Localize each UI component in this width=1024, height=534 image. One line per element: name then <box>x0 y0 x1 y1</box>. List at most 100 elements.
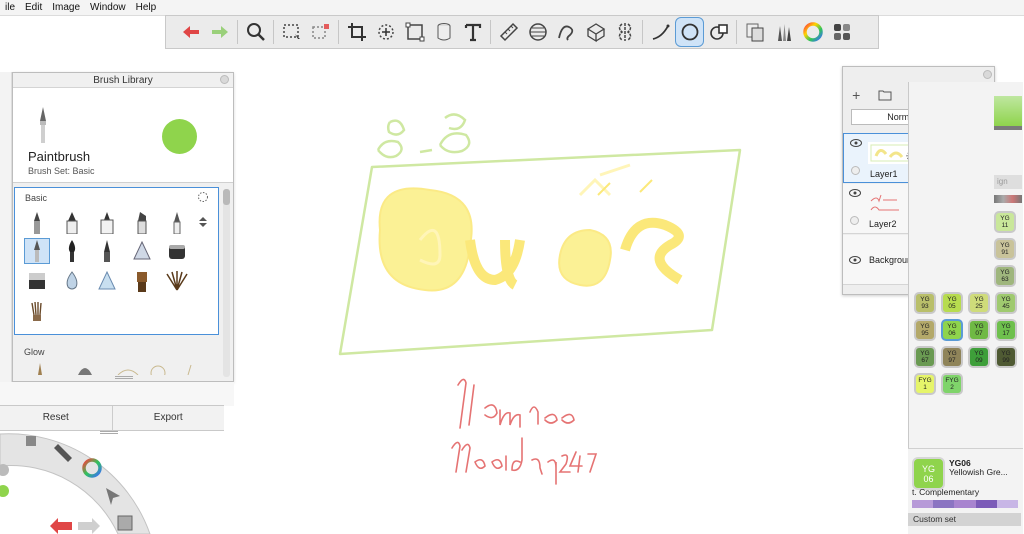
menu-edit[interactable]: Edit <box>20 2 47 13</box>
copic-chip[interactable]: YG 25 <box>968 292 990 314</box>
symmetry-cylinder-icon[interactable] <box>429 17 458 47</box>
brush-library-icon[interactable] <box>769 17 798 47</box>
shape-icon[interactable] <box>704 17 733 47</box>
toolbar-separator <box>490 20 491 44</box>
brush-scrollbar[interactable] <box>223 189 230 377</box>
crop-icon[interactable] <box>342 17 371 47</box>
ruler-icon[interactable] <box>494 17 523 47</box>
layer-lock-dot[interactable] <box>850 216 859 225</box>
brush-smudge[interactable] <box>24 268 50 294</box>
copic-chip[interactable]: YG 17 <box>995 319 1017 341</box>
copic-chip[interactable]: FYG 1 <box>914 373 936 395</box>
copic-chip[interactable]: YG 97 <box>941 346 963 368</box>
visibility-eye-icon[interactable] <box>849 256 861 264</box>
brush-fountain-pen[interactable] <box>59 238 85 264</box>
toolbar-separator <box>736 20 737 44</box>
copic-chip[interactable]: YG 45 <box>995 292 1017 314</box>
close-icon[interactable] <box>983 70 992 79</box>
custom-set-tab[interactable]: Custom set <box>908 513 1021 526</box>
brush-inking-pen[interactable] <box>59 210 85 236</box>
brush-set-label: Brush Set: Basic <box>28 166 95 176</box>
layer-lock-dot[interactable] <box>851 166 860 175</box>
add-layer-icon[interactable]: + <box>852 87 860 103</box>
main-toolbar <box>165 15 879 49</box>
export-button[interactable]: Export <box>111 406 225 430</box>
brush-eraser[interactable] <box>164 238 190 264</box>
visibility-eye-icon[interactable] <box>849 189 861 197</box>
menu-window[interactable]: Window <box>85 2 131 13</box>
brush-set-basic: Basic <box>14 187 219 335</box>
sort-icon[interactable] <box>198 216 208 228</box>
lagoon-menu[interactable] <box>0 430 160 534</box>
brush-fan[interactable] <box>164 268 190 294</box>
selected-color-panel: YG 06 YG06 Yellowish Gre... t. Complemen… <box>908 448 1023 534</box>
symmetry-icon[interactable] <box>610 17 639 47</box>
lasso-icon[interactable] <box>371 17 400 47</box>
brush-technical-pen[interactable] <box>94 238 120 264</box>
brush-marker[interactable] <box>94 210 120 236</box>
section-glow-label: Glow <box>24 347 45 357</box>
text-icon[interactable] <box>458 17 487 47</box>
selected-copic-swatch[interactable]: YG 06 <box>912 457 945 490</box>
brush-flat[interactable] <box>129 268 155 294</box>
menu-help[interactable]: Help <box>131 2 162 13</box>
redo-icon[interactable] <box>205 17 234 47</box>
select-transform-icon[interactable] <box>306 17 335 47</box>
folder-icon[interactable] <box>878 89 892 101</box>
color-wheel-icon[interactable] <box>798 17 827 47</box>
design-tab-partial[interactable]: ign <box>994 175 1022 189</box>
predictive-stroke-icon[interactable] <box>675 17 704 47</box>
ellipse-guide-icon[interactable] <box>523 17 552 47</box>
copic-chip[interactable]: YG 11 <box>994 211 1016 233</box>
selected-color-name: Yellowish Gre... <box>949 467 1008 477</box>
loading-icon <box>198 192 208 202</box>
brush-bristle[interactable] <box>24 298 50 324</box>
zoom-icon[interactable] <box>241 17 270 47</box>
brush-ballpoint[interactable] <box>164 210 190 236</box>
color-strip <box>994 195 1022 203</box>
copic-chip[interactable]: YG 07 <box>968 319 990 341</box>
perspective-icon[interactable] <box>581 17 610 47</box>
brush-library-panel: Brush Library Paintbrush Brush Set: Basi… <box>12 72 234 382</box>
copy-icon[interactable] <box>740 17 769 47</box>
color-preview <box>994 96 1022 126</box>
copic-chip[interactable]: YG 91 <box>994 238 1016 260</box>
brush-chisel-marker[interactable] <box>129 210 155 236</box>
reset-button[interactable]: Reset <box>0 406 112 430</box>
undo-icon <box>50 518 72 534</box>
undo-icon[interactable] <box>176 17 205 47</box>
complementary-label: t. Complementary <box>912 487 980 497</box>
copic-chip[interactable]: YG 09 <box>968 346 990 368</box>
complementary-bar[interactable] <box>912 500 1019 508</box>
menu-image[interactable]: Image <box>47 2 85 13</box>
french-curve-icon[interactable] <box>552 17 581 47</box>
panel-grip[interactable] <box>115 376 133 379</box>
redo-icon <box>78 518 100 534</box>
current-color-swatch[interactable] <box>162 119 197 154</box>
glow-brush-row[interactable] <box>28 361 198 375</box>
menu-file[interactable]: ile <box>0 2 20 13</box>
toolbar-separator <box>338 20 339 44</box>
copic-chip[interactable]: YG 67 <box>914 346 936 368</box>
copic-chip[interactable]: YG 99 <box>995 346 1017 368</box>
copy-icon <box>117 515 133 531</box>
visibility-eye-icon[interactable] <box>850 139 862 147</box>
copic-chip[interactable]: YG 63 <box>994 265 1016 287</box>
copic-icon[interactable] <box>827 17 856 47</box>
copic-chip-selected[interactable]: YG 06 <box>941 319 963 341</box>
brush-blender[interactable] <box>59 268 85 294</box>
brush-paintbrush[interactable] <box>24 238 50 264</box>
distort-icon[interactable] <box>400 17 429 47</box>
section-basic-label: Basic <box>25 193 48 203</box>
copic-chip[interactable]: FYG 2 <box>941 373 963 395</box>
stroke-icon[interactable] <box>646 17 675 47</box>
copic-chip[interactable]: YG 95 <box>914 319 936 341</box>
close-icon[interactable] <box>220 75 229 84</box>
brush-airbrush[interactable] <box>129 238 155 264</box>
select-rect-icon[interactable] <box>277 17 306 47</box>
copic-chip[interactable]: YG 05 <box>941 292 963 314</box>
brush-pencil[interactable] <box>24 210 50 236</box>
brush-hard-airbrush[interactable] <box>94 268 120 294</box>
brush-preview: Paintbrush Brush Set: Basic <box>13 88 233 183</box>
copic-chip[interactable]: YG 93 <box>914 292 936 314</box>
